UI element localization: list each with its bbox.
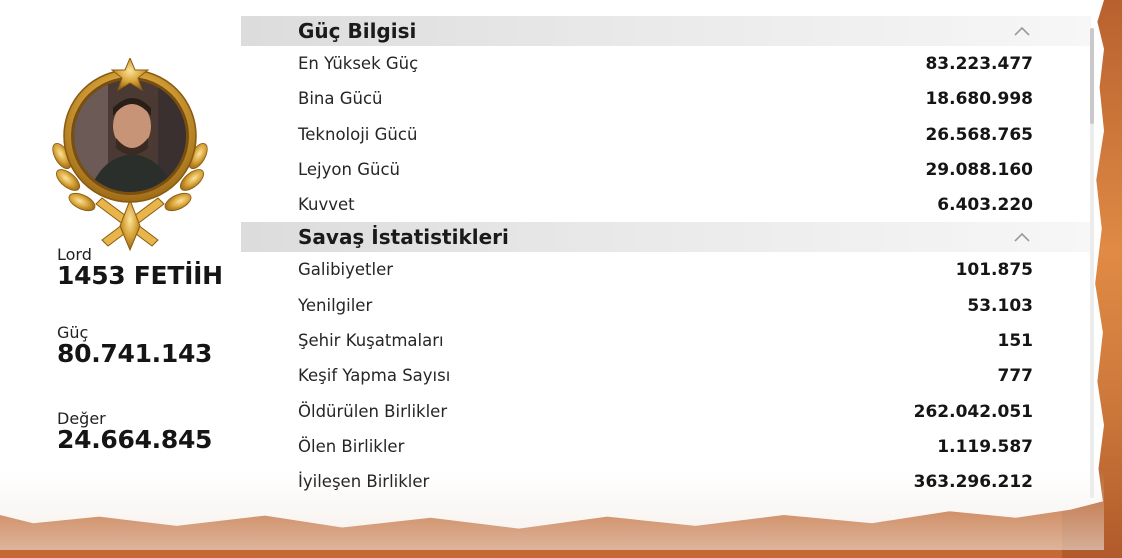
scrollbar[interactable]: [1090, 28, 1094, 498]
stat-row: En Yüksek Güç 83.223.477: [241, 46, 1091, 81]
stat-value: 53.103: [967, 295, 1033, 316]
power-value: 80.741.143: [57, 339, 213, 368]
stat-row: Lejyon Gücü 29.088.160: [241, 152, 1091, 187]
stat-value: 29.088.160: [925, 159, 1033, 180]
stat-value: 1.119.587: [937, 436, 1033, 457]
stat-value: 83.223.477: [925, 54, 1033, 74]
stat-row: Kuvvet 6.403.220: [241, 187, 1091, 222]
chevron-up-icon[interactable]: [1013, 24, 1031, 38]
stat-label: Kuvvet: [298, 195, 355, 215]
power-info: Güç 80.741.143: [57, 324, 212, 367]
stat-label: Lejyon Gücü: [298, 159, 400, 179]
stat-label: Yenilgiler: [298, 295, 373, 315]
stat-value: 777: [997, 366, 1034, 387]
section-title: Güç Bilgisi: [298, 19, 417, 43]
section-header-battle[interactable]: Savaş İstatistikleri: [241, 222, 1091, 253]
stat-value: 26.568.765: [925, 124, 1033, 145]
stat-label: En Yüksek Güç: [298, 54, 419, 73]
section-title: Savaş İstatistikleri: [298, 225, 509, 250]
stat-row: Teknoloji Gücü 26.568.765: [241, 117, 1091, 152]
stat-value: 101.875: [955, 260, 1033, 281]
stat-row: Bina Gücü 18.680.998: [241, 81, 1091, 116]
player-profile: Lord 1453 FETİİH Güç 80.741.143 Değer 24…: [0, 0, 230, 500]
stat-value: 363.296.212: [913, 472, 1033, 493]
stat-label: İyileşen Birlikler: [298, 472, 430, 492]
stat-row: Şehir Kuşatmaları 151: [241, 323, 1091, 358]
stat-row: İyileşen Birlikler 363.296.212: [241, 464, 1091, 499]
scrollbar-thumb[interactable]: [1090, 28, 1094, 124]
lord-info: Lord 1453 FETİİH: [57, 246, 223, 289]
stat-label: Teknoloji Gücü: [298, 124, 418, 144]
stat-label: Ölen Birlikler: [298, 436, 405, 456]
value-info: Değer 24.664.845: [57, 410, 212, 453]
stats-list[interactable]: Güç Bilgisi En Yüksek Güç 83.223.477 Bin…: [241, 16, 1091, 500]
stat-row: Öldürülen Birlikler 262.042.051: [241, 394, 1091, 429]
stat-label: Öldürülen Birlikler: [298, 401, 448, 421]
stat-value: 18.680.998: [925, 89, 1033, 110]
crossed-swords-icon: [95, 197, 165, 252]
stat-label: Şehir Kuşatmaları: [298, 331, 444, 351]
value-value: 24.664.845: [57, 425, 213, 454]
stat-row: Keşif Yapma Sayısı 777: [241, 358, 1091, 393]
chevron-up-icon[interactable]: [1013, 230, 1031, 244]
stat-label: Galibiyetler: [298, 260, 394, 280]
stat-row: Galibiyetler 101.875: [241, 252, 1091, 287]
stat-row: Yenilgiler 53.103: [241, 288, 1091, 323]
stat-label: Keşif Yapma Sayısı: [298, 366, 451, 386]
section-header-power[interactable]: Güç Bilgisi: [241, 16, 1091, 46]
stat-value: 262.042.051: [913, 401, 1033, 422]
avatar[interactable]: [48, 58, 212, 254]
player-name: 1453 FETİİH: [57, 261, 223, 290]
stat-value: 6.403.220: [937, 195, 1033, 216]
stat-label: Bina Gücü: [298, 89, 383, 109]
stat-row: Ölen Birlikler 1.119.587: [241, 429, 1091, 464]
stat-value: 151: [997, 331, 1034, 352]
